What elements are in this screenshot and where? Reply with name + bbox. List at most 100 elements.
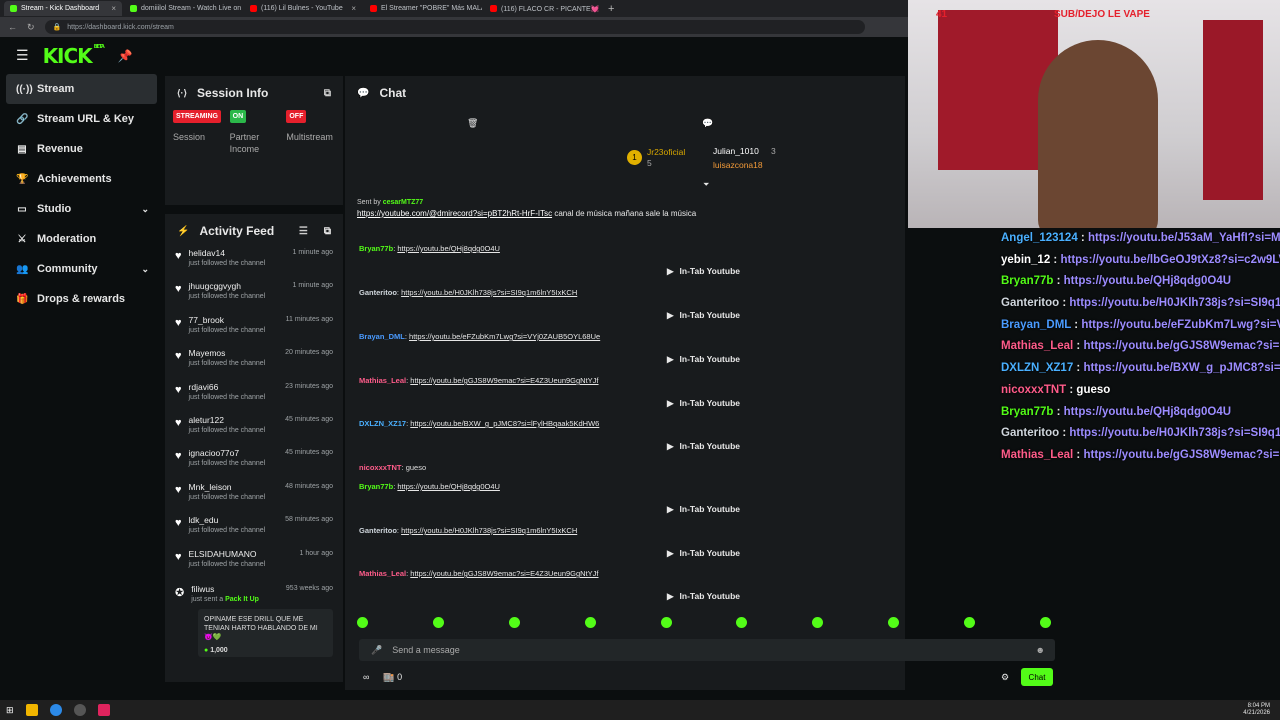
filter-icon[interactable]: ☰ (299, 226, 308, 237)
activity-user[interactable]: aletur122 (189, 415, 266, 426)
overlay-text: https://youtu.be/gGJS8W9emac?si=E (1083, 448, 1280, 461)
session-status: OFF Multistream (286, 110, 343, 155)
chat-link[interactable]: https://youtu.be/gGJS8W9emac?si=E4Z3Ueun… (410, 376, 598, 385)
url-field[interactable]: 🔒 https://dashboard.kick.com/stream (44, 20, 865, 34)
intab-youtube-button[interactable]: ▶ In-Tab Youtube (667, 310, 740, 321)
link-icon[interactable]: ∞ (363, 672, 369, 683)
pin-link[interactable]: https://youtube.com/@dmirecord?si=pBT2hR… (357, 209, 552, 218)
browser-tab[interactable]: domiiilol Stream - Watch Live on Kick× (124, 1, 242, 16)
emote-icon[interactable] (357, 617, 368, 628)
chevron-down-icon[interactable]: ⌄ (141, 204, 149, 215)
activity-action: just followed the channel (188, 260, 266, 267)
browser-tab[interactable]: (116) FLACO CR - PICANTE💓× (484, 1, 602, 16)
emote-icon[interactable] (432, 617, 444, 628)
activity-user[interactable]: rdjavi66 (189, 382, 266, 393)
intab-youtube-button[interactable]: ▶ In-Tab Youtube (667, 441, 740, 452)
obs-icon[interactable] (73, 704, 86, 716)
trash-icon[interactable]: 🗑 (467, 118, 478, 129)
activity-action: just followed the channel (188, 560, 266, 568)
chat-icon[interactable]: 💬 (702, 118, 713, 129)
intab-youtube-button[interactable]: ▶ In-Tab Youtube (667, 354, 740, 365)
chat-link[interactable]: https://youtu.be/BXW_g_pJMC8?si=lFylHBqa… (410, 419, 599, 428)
sidebar-item-achievements[interactable]: 🏆 Achievements (6, 164, 157, 194)
reload-icon[interactable]: ↻ (27, 22, 35, 33)
chat-text: gueso (405, 463, 427, 472)
collapse-arrow-icon[interactable]: ⏷ (703, 180, 709, 190)
chat-link[interactable]: https://youtu.be/H0JKlh738js?si=SI9q1m6l… (401, 288, 577, 297)
chat-link[interactable]: https://youtu.be/QHj8qdg0O4U (397, 244, 500, 253)
tab-title: (116) FLACO CR - PICANTE💓 (501, 5, 600, 13)
chat-username[interactable]: Bryan77b (359, 244, 393, 253)
kick-logo[interactable]: KICK BETA (43, 44, 105, 68)
mic-icon[interactable]: 🎤 (371, 645, 382, 656)
intab-youtube-button[interactable]: ▶ In-Tab Youtube (667, 591, 740, 602)
chat-username[interactable]: Ganteritoo (359, 288, 397, 297)
sidebar-item-studio[interactable]: ▭ Studio ⌄ (6, 194, 157, 224)
send-placeholder: Send a message (392, 645, 460, 655)
chat-link[interactable]: https://youtu.be/gGJS8W9emac?si=E4Z3Ueun… (410, 569, 598, 578)
emote-icon[interactable] (508, 617, 520, 628)
activity-user[interactable]: jhuugcggvygh (189, 281, 266, 292)
chat-username[interactable]: Mathias_Leal (359, 569, 406, 578)
chat-username[interactable]: Mathias_Leal (359, 376, 406, 385)
emote-icon[interactable] (660, 617, 672, 628)
popout-icon[interactable]: ⧉ (324, 226, 331, 237)
chat-link[interactable]: https://youtu.be/H0JKlh738js?si=SI9q1m6l… (401, 526, 577, 535)
chrome-icon[interactable] (49, 704, 62, 716)
emote-icon[interactable] (812, 617, 824, 628)
sidebar-item-stream-url-key[interactable]: 🔗 Stream URL & Key (6, 104, 157, 134)
sidebar-item-label: Stream URL & Key (37, 113, 134, 125)
close-tab-icon[interactable]: × (351, 4, 356, 13)
close-tab-icon[interactable]: × (111, 4, 116, 13)
browser-tab[interactable]: (116) Lil Bulnes - YouTube × (244, 1, 362, 16)
emote-icon[interactable] (964, 617, 975, 628)
activity-time: 1 minute ago (292, 249, 333, 256)
tiktok-icon[interactable] (97, 704, 110, 716)
sidebar-item-moderation[interactable]: ⚔ Moderation (6, 224, 157, 254)
intab-youtube-button[interactable]: ▶ In-Tab Youtube (667, 266, 740, 277)
menu-icon[interactable]: ☰ (16, 47, 29, 64)
sidebar-item-stream[interactable]: ((·)) Stream (6, 74, 157, 104)
new-tab-icon[interactable]: + (608, 3, 614, 15)
intab-youtube-button[interactable]: ▶ In-Tab Youtube (667, 548, 740, 559)
pin-icon[interactable]: 📌 (118, 49, 133, 63)
sidebar-item-label: Achievements (37, 173, 112, 185)
emote-icon[interactable] (888, 617, 900, 628)
chat-username[interactable]: DXLZN_XZ17 (359, 419, 406, 428)
popout-icon[interactable]: ⧉ (324, 88, 331, 99)
send-message-input[interactable]: 🎤 Send a message ☻ (359, 639, 1055, 661)
activity-user[interactable]: Mnk_leison (189, 482, 266, 493)
browser-tab[interactable]: Stream - Kick Dashboard × (4, 1, 122, 16)
activity-user[interactable]: ELSIDAHUMANO (189, 549, 266, 560)
emote-icon[interactable] (584, 617, 596, 628)
emote-icon[interactable] (736, 617, 748, 628)
chat-username[interactable]: Bryan77b (359, 482, 393, 491)
sidebar-item-community[interactable]: 👥 Community ⌄ (6, 254, 157, 284)
back-icon[interactable]: ← (8, 22, 17, 32)
gift-icon: 🎁 (16, 293, 29, 305)
intab-youtube-button[interactable]: ▶ In-Tab Youtube (667, 504, 740, 515)
activity-user[interactable]: ldk_edu (189, 515, 266, 526)
activity-user[interactable]: Mayemos (189, 348, 266, 359)
sidebar-item-revenue[interactable]: ▤ Revenue (6, 134, 157, 164)
chat-username[interactable]: nicoxxxTNT (359, 463, 402, 472)
intab-youtube-button[interactable]: ▶ In-Tab Youtube (667, 398, 740, 409)
chat-username[interactable]: Brayan_DML (359, 332, 405, 341)
activity-user[interactable]: helidav14 (189, 248, 266, 259)
windows-start-icon[interactable]: ⊞ (6, 705, 14, 716)
chat-send-button[interactable]: Chat (1021, 668, 1053, 686)
emote-icon[interactable] (1039, 617, 1051, 628)
pin-text: canal de música (554, 209, 613, 218)
chat-link[interactable]: https://youtu.be/eFZubKm7Lwg?si=VYj0ZAUB… (409, 332, 600, 341)
browser-tab[interactable]: El Streamer "POBRE" Más MALA...× (364, 1, 482, 16)
file-explorer-icon[interactable] (25, 704, 38, 716)
chat-settings-icon[interactable]: ⚙ (1001, 672, 1009, 683)
chevron-down-icon[interactable]: ⌄ (141, 264, 149, 275)
activity-user[interactable]: ignacioo77o7 (189, 448, 266, 459)
chat-link[interactable]: https://youtu.be/QHj8qdg0O4U (397, 482, 500, 491)
activity-action: just followed the channel (188, 360, 266, 368)
emoji-icon[interactable]: ☻ (1036, 645, 1045, 655)
sidebar-item-drops-rewards[interactable]: 🎁 Drops & rewards (6, 284, 157, 314)
activity-user[interactable]: 77_brook (189, 315, 266, 326)
chat-username[interactable]: Ganteritoo (359, 526, 397, 535)
